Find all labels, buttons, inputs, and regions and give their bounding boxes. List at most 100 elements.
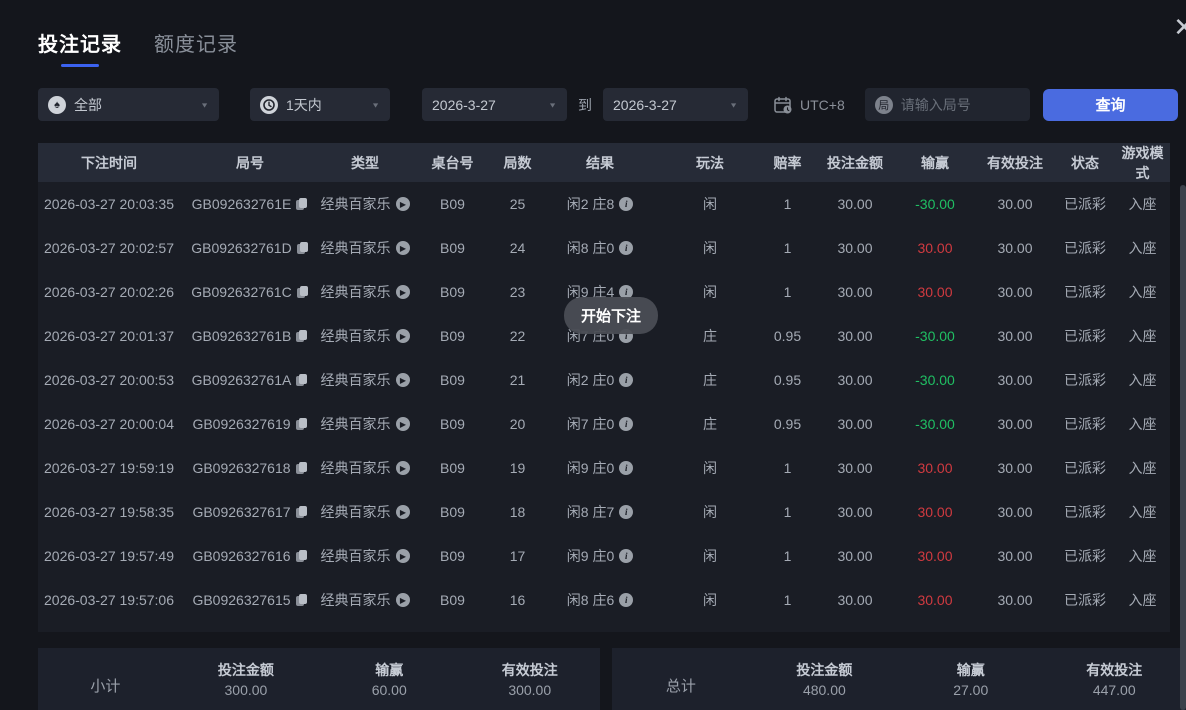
bet-amount: 30.00 [837, 548, 873, 564]
result-value: 闲8 庄0 [566, 240, 615, 256]
game-no: 25 [509, 196, 526, 212]
copy-icon[interactable] [296, 241, 309, 255]
result-value: 闲8 庄6 [566, 592, 615, 608]
status: 已派彩 [1064, 372, 1106, 388]
info-icon[interactable]: i [619, 197, 634, 211]
info-icon[interactable]: i [619, 505, 634, 519]
round-id: GB0926327618 [192, 460, 291, 476]
copy-icon[interactable] [296, 329, 308, 343]
subtotal-win-loss: 输赢 60.00 [371, 662, 407, 698]
play-video-icon[interactable]: ▶ [395, 417, 410, 431]
game-mode: 入座 [1128, 372, 1157, 388]
info-icon[interactable]: i [619, 241, 634, 255]
game-no: 22 [509, 328, 526, 344]
bet-time: 2026-03-27 20:02:26 [44, 284, 174, 300]
time-range-dropdown[interactable]: 1天内 ▼ [250, 88, 390, 121]
odds: 1 [783, 548, 792, 564]
col-header-result: 结果 [586, 154, 614, 171]
round-number-input[interactable]: 局 请输入局号 [864, 88, 1030, 121]
round-id: GB0926327619 [192, 416, 291, 432]
date-to-picker[interactable]: 2026-3-27 ▼ [603, 88, 748, 121]
round-id: GB0926327617 [192, 504, 291, 520]
table-no: B09 [440, 416, 465, 432]
copy-icon[interactable] [295, 461, 308, 475]
round-id: GB092632761D [191, 240, 292, 256]
valid-bet: 30.00 [997, 240, 1033, 256]
chevron-down-icon: ▼ [548, 100, 557, 109]
game-type: 经典百家乐 [320, 548, 391, 564]
table-no: B09 [440, 196, 465, 212]
play-type: 庄 [703, 372, 717, 388]
play-video-icon[interactable]: ▶ [395, 593, 410, 607]
copy-icon[interactable] [296, 197, 308, 211]
col-header-win-loss: 输赢 [921, 154, 949, 171]
date-from-picker[interactable]: 2026-3-27 ▼ [422, 88, 567, 121]
game-type: 经典百家乐 [320, 460, 391, 476]
round-id: GB0926327615 [192, 592, 291, 608]
table-row: 2026-03-27 19:59:19 GB0926327618 经典百家乐 ▶… [38, 446, 1170, 490]
bet-time: 2026-03-27 20:03:35 [44, 196, 174, 212]
round-id-cell: GB092632761D [180, 240, 320, 256]
table-no: B09 [440, 460, 465, 476]
chevron-down-icon: ▼ [371, 100, 380, 109]
copy-icon[interactable] [295, 417, 308, 431]
game-mode: 入座 [1128, 504, 1157, 520]
info-icon[interactable]: i [619, 373, 634, 387]
copy-icon[interactable] [296, 285, 309, 299]
total-bet-amount: 投注金额 480.00 [796, 662, 853, 698]
game-no: 21 [509, 372, 526, 388]
result-cell: 闲8 庄7 i [540, 502, 660, 522]
round-id: GB092632761B [191, 328, 292, 344]
round-id-cell: GB0926327617 [180, 504, 320, 520]
game-type-cell: 经典百家乐 ▶ [320, 194, 410, 214]
game-type-dropdown[interactable]: ♠ 全部 ▼ [38, 88, 219, 121]
result-value: 闲9 庄0 [566, 548, 615, 564]
table-no: B09 [440, 592, 465, 608]
bet-time: 2026-03-27 19:59:19 [44, 460, 174, 476]
info-icon[interactable]: i [619, 461, 634, 475]
play-video-icon[interactable]: ▶ [395, 505, 410, 519]
play-video-icon[interactable]: ▶ [395, 549, 410, 563]
tab-betting-records[interactable]: 投注记录 [38, 28, 122, 67]
table-no: B09 [440, 240, 465, 256]
result-value: 闲7 庄0 [566, 416, 615, 432]
copy-icon[interactable] [295, 549, 308, 563]
bet-amount: 30.00 [837, 328, 873, 344]
info-icon[interactable]: i [619, 417, 634, 431]
play-video-icon[interactable]: ▶ [395, 197, 410, 211]
info-icon[interactable]: i [619, 549, 634, 563]
info-icon[interactable]: i [619, 593, 634, 607]
play-video-icon[interactable]: ▶ [395, 329, 410, 343]
bet-time: 2026-03-27 19:57:49 [44, 548, 174, 564]
win-loss: 30.00 [917, 592, 953, 608]
start-betting-toast: 开始下注 [564, 297, 659, 334]
status: 已派彩 [1064, 416, 1106, 432]
close-icon[interactable]: ✕ [1173, 14, 1186, 40]
result-cell: 闲9 庄0 i [540, 458, 660, 478]
play-type: 闲 [703, 504, 717, 520]
table-row: 2026-03-27 19:58:35 GB0926327617 经典百家乐 ▶… [38, 490, 1170, 534]
valid-bet: 30.00 [997, 284, 1033, 300]
tab-quota-records[interactable]: 额度记录 [154, 28, 238, 67]
odds: 0.95 [773, 416, 802, 432]
records-table: 下注时间 局号 类型 桌台号 局数 结果 玩法 赔率 投注金额 输赢 有效投注 … [38, 143, 1170, 632]
vertical-scrollbar[interactable] [1180, 185, 1186, 710]
timezone-indicator: UTC+8 [773, 95, 845, 115]
play-video-icon[interactable]: ▶ [395, 373, 410, 387]
copy-icon[interactable] [295, 593, 308, 607]
result-cell: 闲8 庄0 i [540, 238, 660, 258]
copy-icon[interactable] [296, 373, 308, 387]
game-type: 经典百家乐 [320, 196, 391, 212]
play-video-icon[interactable]: ▶ [395, 285, 410, 299]
game-type: 经典百家乐 [320, 328, 391, 344]
odds: 0.95 [773, 328, 802, 344]
bet-amount: 30.00 [837, 240, 873, 256]
game-type-cell: 经典百家乐 ▶ [320, 414, 410, 434]
copy-icon[interactable] [295, 505, 308, 519]
total-win-loss: 输赢 27.00 [953, 662, 989, 698]
bet-time: 2026-03-27 20:02:57 [44, 240, 174, 256]
play-video-icon[interactable]: ▶ [395, 241, 410, 255]
query-button[interactable]: 查询 [1043, 88, 1178, 121]
play-video-icon[interactable]: ▶ [395, 461, 410, 475]
game-no: 19 [509, 460, 526, 476]
